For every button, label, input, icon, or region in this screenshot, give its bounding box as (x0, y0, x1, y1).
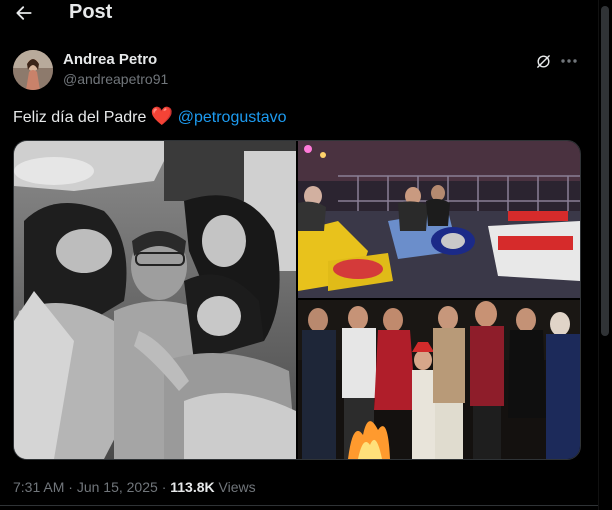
tweet-time[interactable]: 7:31 AM (13, 479, 64, 495)
views-label: Views (218, 479, 256, 495)
more-options-button[interactable] (558, 52, 580, 70)
group-bonfire-photo[interactable] (298, 300, 580, 459)
meta-separator: · (68, 479, 73, 495)
author-name[interactable]: Andrea Petro (63, 51, 157, 68)
bumper-cars-photo[interactable] (298, 141, 580, 298)
divider (0, 505, 612, 506)
tweet-date[interactable]: Jun 15, 2025 (77, 479, 158, 495)
avatar-image (13, 50, 53, 90)
scrollbar-thumb[interactable] (601, 6, 609, 336)
family-photo-bw[interactable] (14, 141, 296, 459)
top-bar: Post (0, 0, 612, 26)
views-count: 113.8K (170, 479, 215, 495)
grok-icon (536, 54, 550, 68)
back-button[interactable] (12, 2, 36, 24)
page-title: Post (69, 1, 113, 23)
grok-button[interactable] (533, 52, 553, 70)
avatar[interactable] (13, 50, 53, 90)
media-grid (13, 140, 581, 460)
arrow-left-icon (16, 6, 32, 20)
author-handle[interactable]: @andreapetro91 (63, 71, 168, 87)
meta-separator-2: · (161, 479, 167, 495)
heart-emoji: ❤️ (150, 106, 174, 126)
tweet-text: Feliz día del Padre ❤️ @petrogustavo (13, 106, 286, 128)
tweet-meta: 7:31 AM · Jun 15, 2025 · 113.8K Views (13, 479, 256, 495)
more-horizontal-icon (561, 59, 577, 63)
tweet-body: Feliz día del Padre (13, 109, 147, 126)
mention-link[interactable]: @petrogustavo (178, 109, 287, 126)
